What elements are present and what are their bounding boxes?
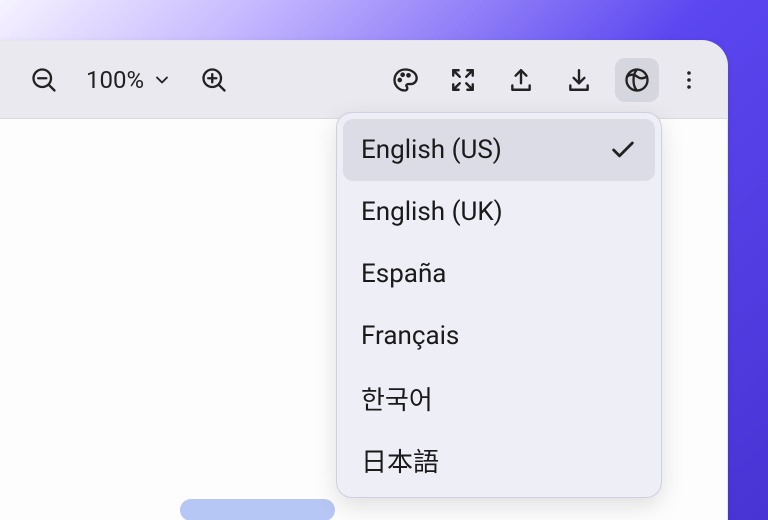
- language-dropdown: English (US) English (UK) España Françai…: [336, 112, 662, 498]
- language-item-label: English (US): [361, 135, 502, 165]
- chevron-down-icon: [152, 70, 172, 90]
- theme-button[interactable]: [383, 58, 427, 102]
- language-item-en-us[interactable]: English (US): [343, 119, 655, 181]
- language-item-label: 한국어: [361, 380, 433, 417]
- zoom-in-button[interactable]: [192, 58, 236, 102]
- language-item-ko[interactable]: 한국어: [343, 367, 655, 429]
- language-button[interactable]: [615, 58, 659, 102]
- upload-icon: [508, 67, 534, 93]
- more-button[interactable]: [673, 58, 705, 102]
- language-item-label: English (UK): [361, 197, 503, 227]
- check-icon: [609, 136, 637, 164]
- more-vertical-icon: [677, 68, 701, 92]
- fullscreen-icon: [450, 67, 476, 93]
- language-item-en-uk[interactable]: English (UK): [343, 181, 655, 243]
- language-item-label: Français: [361, 321, 459, 351]
- language-item-ja[interactable]: 日本語: [343, 429, 655, 491]
- fullscreen-button[interactable]: [441, 58, 485, 102]
- language-item-fr[interactable]: Français: [343, 305, 655, 367]
- language-item-label: España: [361, 259, 446, 289]
- desktop-background: 100%: [0, 0, 768, 520]
- download-button[interactable]: [557, 58, 601, 102]
- zoom-level-dropdown[interactable]: 100%: [80, 66, 178, 94]
- language-item-es[interactable]: España: [343, 243, 655, 305]
- upload-button[interactable]: [499, 58, 543, 102]
- download-icon: [566, 67, 592, 93]
- language-item-label: 日本語: [361, 442, 439, 479]
- zoom-level-label: 100%: [86, 66, 144, 94]
- zoom-in-icon: [200, 66, 228, 94]
- zoom-out-button[interactable]: [22, 58, 66, 102]
- zoom-out-icon: [30, 66, 58, 94]
- toolbar: 100%: [0, 41, 727, 119]
- globe-icon: [623, 66, 651, 94]
- palette-icon: [391, 66, 419, 94]
- canvas-shape[interactable]: [180, 499, 335, 520]
